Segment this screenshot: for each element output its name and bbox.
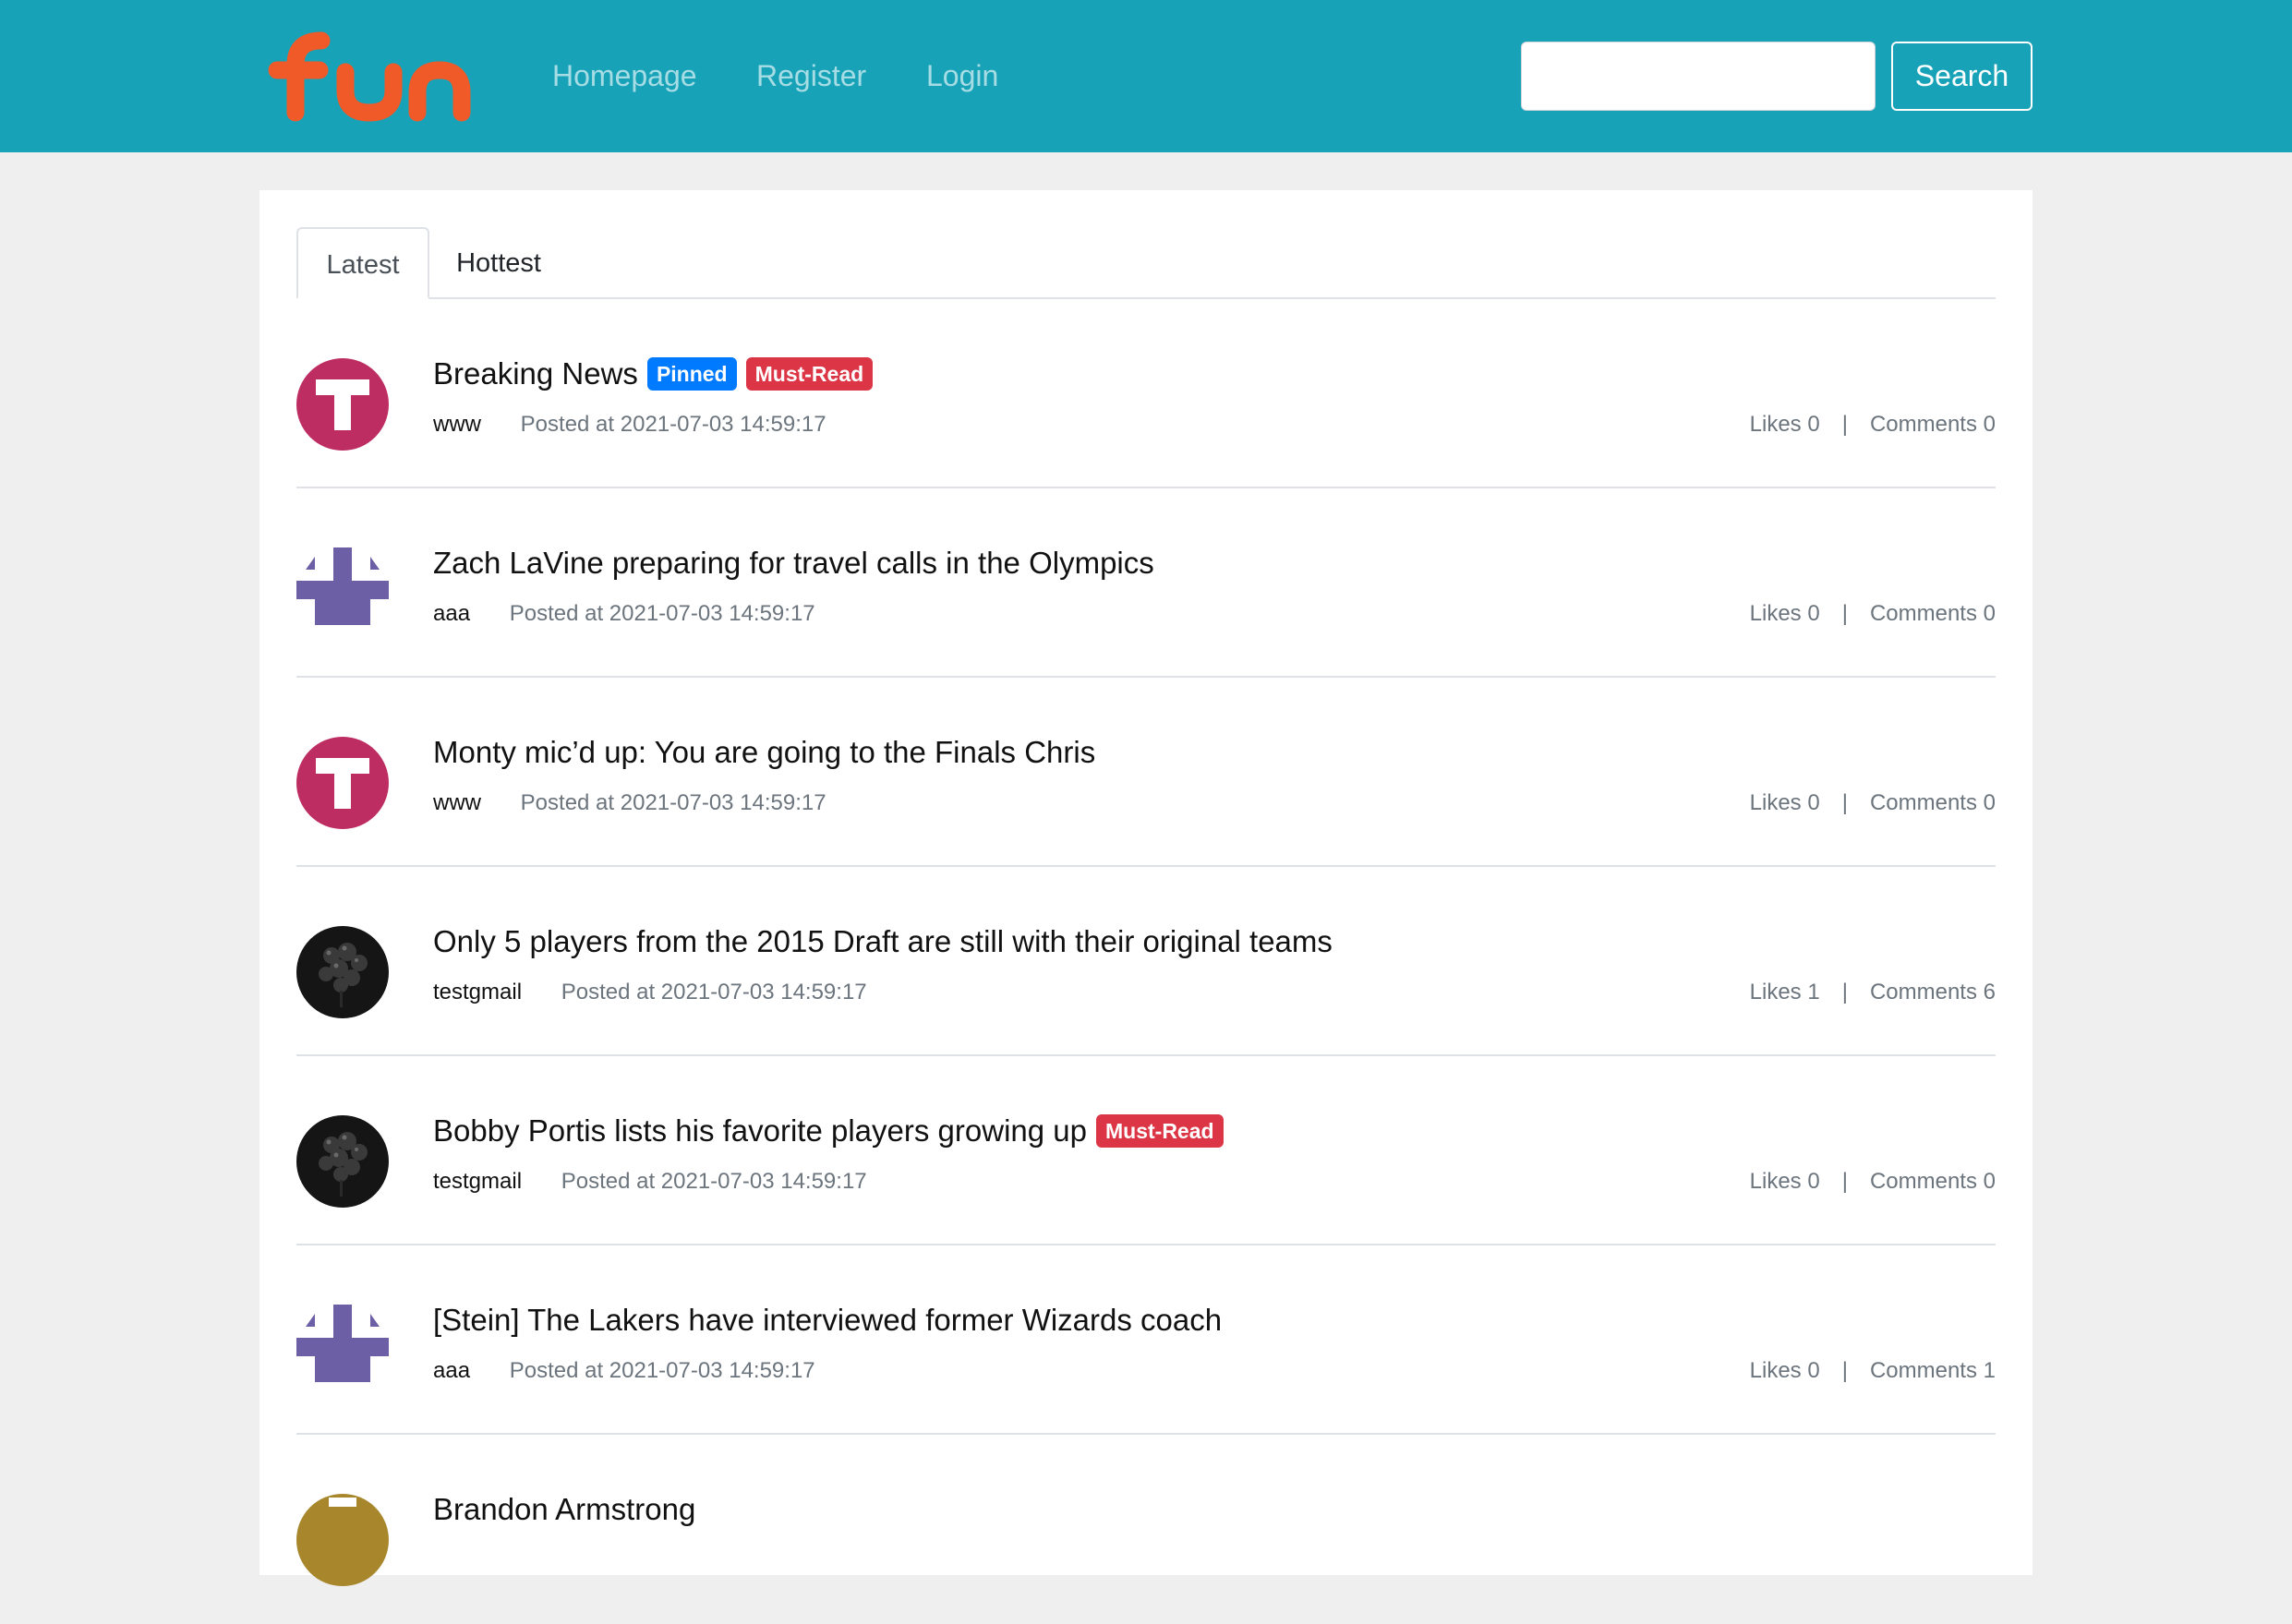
likes-count: 0 <box>1807 790 1820 815</box>
post-timestamp: Posted at 2021-07-03 14:59:17 <box>520 412 826 437</box>
post-timestamp: Posted at 2021-07-03 14:59:17 <box>509 601 815 626</box>
must-read-badge: Must-Read <box>1096 1114 1224 1148</box>
post-author[interactable]: testgmail <box>433 980 522 1004</box>
post-timestamp: Posted at 2021-07-03 14:59:17 <box>509 1358 815 1383</box>
post-author[interactable]: testgmail <box>433 1169 522 1194</box>
post-title[interactable]: Monty mic’d up: You are going to the Fin… <box>433 735 1095 770</box>
post-timestamp: Posted at 2021-07-03 14:59:17 <box>561 980 867 1004</box>
cross-pattern-avatar[interactable] <box>296 1305 389 1397</box>
likes-label: Likes <box>1749 1169 1802 1194</box>
stats-separator: | <box>1841 1169 1848 1194</box>
posts-card: Latest Hottest Breaking News Pinned Must… <box>259 190 2033 1586</box>
post-stats: Likes 1 | Comments 6 <box>1750 980 1996 1005</box>
post-title[interactable]: Breaking News <box>433 356 638 391</box>
tab-latest[interactable]: Latest <box>296 227 429 299</box>
post-author[interactable]: www <box>433 412 481 437</box>
post-title[interactable]: Zach LaVine preparing for travel calls i… <box>433 546 1154 581</box>
likes-label: Likes <box>1749 790 1802 815</box>
comments-count: 0 <box>1983 412 1996 437</box>
post-author[interactable]: aaa <box>433 601 470 626</box>
fun-logo[interactable] <box>264 28 476 125</box>
comments-count: 0 <box>1983 601 1996 626</box>
post-list-item: Bobby Portis lists his favorite players … <box>296 1056 1996 1245</box>
comments-count: 1 <box>1983 1358 1996 1383</box>
post-title[interactable]: [Stein] The Lakers have interviewed form… <box>433 1303 1222 1338</box>
post-title[interactable]: Bobby Portis lists his favorite players … <box>433 1113 1087 1149</box>
comments-label: Comments <box>1869 980 1977 1004</box>
post-stats: Likes 0 | Comments 0 <box>1750 601 1996 627</box>
post-list-item: Brandon Armstrong <box>296 1435 1996 1624</box>
stats-separator: | <box>1841 1358 1848 1383</box>
search-button[interactable]: Search <box>1891 42 2033 111</box>
post-author[interactable]: aaa <box>433 1358 470 1383</box>
stats-separator: | <box>1841 980 1848 1004</box>
nav-homepage-link[interactable]: Homepage <box>552 57 697 94</box>
letter-t-avatar[interactable] <box>296 358 389 451</box>
stats-separator: | <box>1841 412 1848 437</box>
post-stats: Likes 0 | Comments 1 <box>1750 1358 1996 1384</box>
likes-count: 0 <box>1807 412 1820 437</box>
comments-label: Comments <box>1869 412 1977 437</box>
likes-count: 0 <box>1807 1358 1820 1383</box>
post-timestamp: Posted at 2021-07-03 14:59:17 <box>561 1169 867 1194</box>
comments-label: Comments <box>1869 1169 1977 1194</box>
likes-count: 0 <box>1807 1169 1820 1194</box>
likes-label: Likes <box>1749 1358 1802 1383</box>
search-input[interactable] <box>1521 42 1876 111</box>
photo-avatar[interactable] <box>296 1115 389 1208</box>
post-timestamp: Posted at 2021-07-03 14:59:17 <box>520 790 826 815</box>
post-list-item: Monty mic’d up: You are going to the Fin… <box>296 678 1996 867</box>
post-list-item: Zach LaVine preparing for travel calls i… <box>296 488 1996 678</box>
likes-label: Likes <box>1749 980 1802 1004</box>
likes-label: Likes <box>1749 601 1802 626</box>
post-list-item: [Stein] The Lakers have interviewed form… <box>296 1245 1996 1435</box>
photo-avatar[interactable] <box>296 926 389 1018</box>
pinned-badge: Pinned <box>646 357 737 391</box>
partial-avatar[interactable] <box>296 1494 389 1586</box>
stats-separator: | <box>1841 601 1848 626</box>
post-title[interactable]: Only 5 players from the 2015 Draft are s… <box>433 924 1333 959</box>
nav-login-link[interactable]: Login <box>926 57 998 94</box>
comments-count: 0 <box>1983 1169 1996 1194</box>
post-stats: Likes 0 | Comments 0 <box>1750 412 1996 438</box>
likes-count: 1 <box>1807 980 1820 1004</box>
likes-count: 0 <box>1807 601 1820 626</box>
tab-hottest[interactable]: Hottest <box>429 227 568 299</box>
post-list-item: Breaking News Pinned Must-Read www Poste… <box>296 299 1996 488</box>
letter-t-avatar[interactable] <box>296 737 389 829</box>
nav-register-link[interactable]: Register <box>756 57 866 94</box>
stats-separator: | <box>1841 790 1848 815</box>
post-stats: Likes 0 | Comments 0 <box>1750 790 1996 816</box>
top-navbar: Homepage Register Login Search <box>0 0 2292 152</box>
cross-pattern-avatar[interactable] <box>296 547 389 640</box>
comments-count: 6 <box>1983 980 1996 1004</box>
comments-label: Comments <box>1869 790 1977 815</box>
post-author[interactable]: www <box>433 790 481 815</box>
post-stats: Likes 0 | Comments 0 <box>1750 1169 1996 1195</box>
comments-label: Comments <box>1869 601 1977 626</box>
comments-count: 0 <box>1983 790 1996 815</box>
likes-label: Likes <box>1749 412 1802 437</box>
post-list-item: Only 5 players from the 2015 Draft are s… <box>296 867 1996 1056</box>
comments-label: Comments <box>1869 1358 1977 1383</box>
must-read-badge: Must-Read <box>745 357 874 391</box>
post-title[interactable]: Brandon Armstrong <box>433 1492 695 1527</box>
